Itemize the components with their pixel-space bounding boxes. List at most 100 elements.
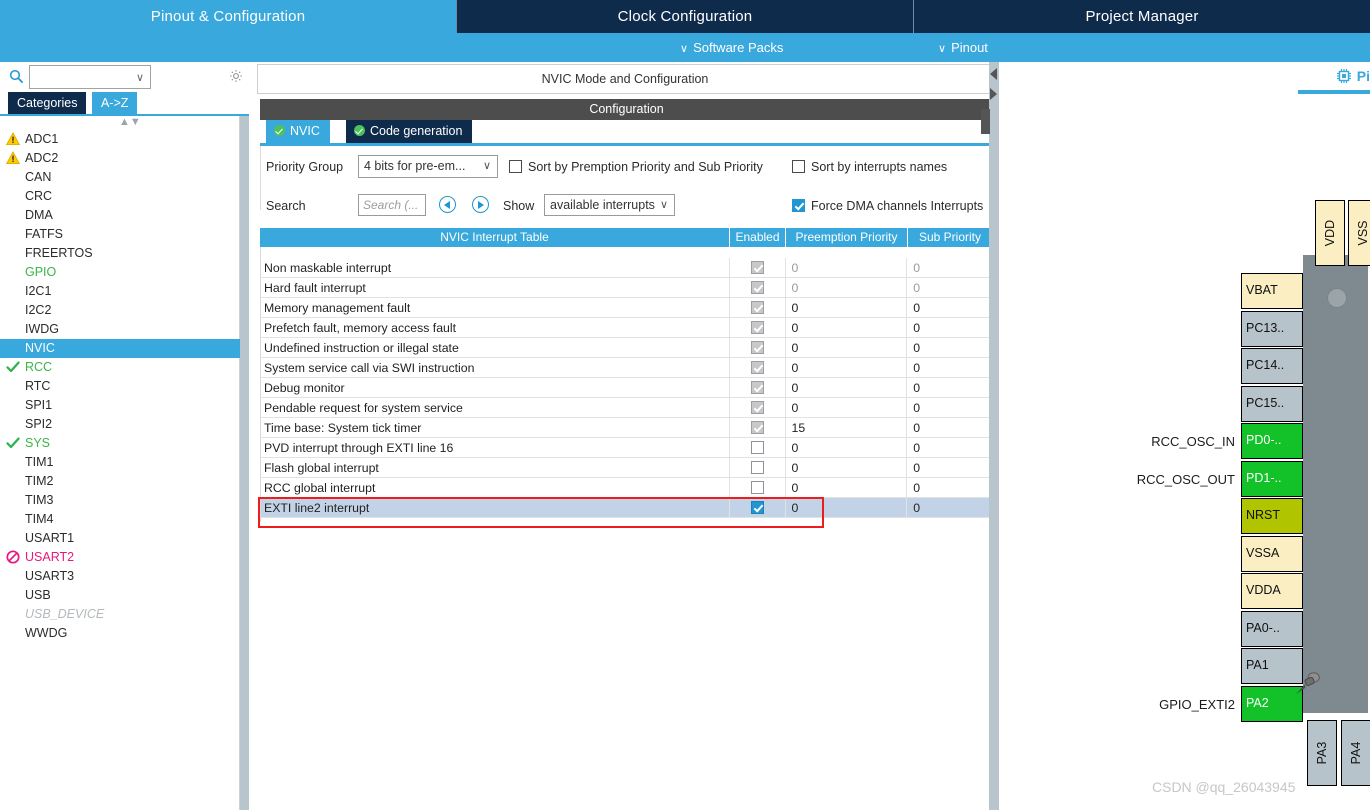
pin-pa4[interactable]: PA4: [1341, 720, 1370, 786]
sidebar-item-usart2[interactable]: USART2: [0, 548, 240, 567]
preemption-priority-cell[interactable]: 0: [786, 478, 908, 497]
pin-pd0[interactable]: PD0-..: [1241, 423, 1303, 459]
sidebar-item-usart1[interactable]: USART1: [0, 529, 240, 548]
sidebar-item-usb[interactable]: USB: [0, 586, 240, 605]
sub-priority-cell[interactable]: 0: [907, 378, 992, 397]
tab-a-to-z[interactable]: A->Z: [92, 92, 138, 114]
splitter-expand-right-icon[interactable]: [990, 88, 997, 100]
sub-priority-cell[interactable]: 0: [907, 358, 992, 377]
preemption-priority-cell[interactable]: 0: [786, 398, 908, 417]
interrupt-enabled-cell[interactable]: [730, 298, 786, 317]
sidebar-item-wwdg[interactable]: WWDG: [0, 624, 240, 643]
sidebar-item-adc2[interactable]: ADC2: [0, 149, 240, 168]
preemption-priority-cell[interactable]: 0: [786, 298, 908, 317]
pin-pa0[interactable]: PA0-..: [1241, 611, 1303, 647]
gear-icon[interactable]: [228, 68, 244, 84]
sub-priority-cell[interactable]: 0: [907, 418, 992, 437]
sort-by-names-checkbox[interactable]: [792, 160, 805, 173]
table-row[interactable]: Prefetch fault, memory access fault 0 0: [260, 318, 993, 338]
list-scroll-up[interactable]: ▲▼: [0, 116, 240, 130]
tab-code-generation[interactable]: Code generation: [346, 120, 473, 143]
sub-priority-cell[interactable]: 0: [907, 338, 992, 357]
sidebar-item-adc1[interactable]: ADC1: [0, 130, 240, 149]
sidebar-item-tim4[interactable]: TIM4: [0, 510, 240, 529]
interrupt-enabled-cell[interactable]: [730, 498, 786, 517]
sidebar-item-spi2[interactable]: SPI2: [0, 415, 240, 434]
sort-by-preemption-checkbox[interactable]: [509, 160, 522, 173]
sidebar-item-nvic[interactable]: NVIC: [0, 339, 240, 358]
show-filter-select[interactable]: available interrupts ∨: [544, 194, 675, 216]
preemption-priority-cell[interactable]: 0: [786, 378, 908, 397]
sidebar-item-usb_device[interactable]: USB_DEVICE: [0, 605, 240, 624]
sub-priority-cell[interactable]: 0: [907, 258, 992, 277]
enabled-checkbox[interactable]: [750, 501, 764, 514]
sub-priority-cell[interactable]: 0: [907, 318, 992, 337]
pin-pc13[interactable]: PC13..: [1241, 311, 1303, 347]
interrupt-enabled-cell[interactable]: [730, 318, 786, 337]
sidebar-item-rcc[interactable]: RCC: [0, 358, 240, 377]
sidebar-item-sys[interactable]: SYS: [0, 434, 240, 453]
interrupt-enabled-cell[interactable]: [730, 398, 786, 417]
column-header-preemption[interactable]: Preemption Priority: [786, 228, 908, 247]
pin-pc15[interactable]: PC15..: [1241, 386, 1303, 422]
interrupt-enabled-cell[interactable]: [730, 358, 786, 377]
preemption-priority-cell[interactable]: 0: [786, 318, 908, 337]
tab-nvic[interactable]: NVIC: [266, 120, 330, 143]
interrupt-enabled-cell[interactable]: [730, 258, 786, 277]
pin-pd1[interactable]: PD1-..: [1241, 461, 1303, 497]
search-prev-button[interactable]: [439, 196, 456, 213]
interrupt-search-input[interactable]: Search (...: [358, 194, 426, 216]
pin-nrst[interactable]: NRST: [1241, 498, 1303, 534]
table-row[interactable]: Non maskable interrupt 0 0: [260, 258, 993, 278]
table-row[interactable]: Flash global interrupt 0 0: [260, 458, 993, 478]
sub-priority-cell[interactable]: 0: [907, 298, 992, 317]
sidebar-item-i2c2[interactable]: I2C2: [0, 301, 240, 320]
sidebar-item-tim3[interactable]: TIM3: [0, 491, 240, 510]
pin-vss[interactable]: VSS: [1348, 200, 1370, 266]
preemption-priority-cell[interactable]: 0: [786, 278, 908, 297]
preemption-priority-cell[interactable]: 0: [786, 358, 908, 377]
sub-priority-cell[interactable]: 0: [907, 498, 992, 517]
table-row[interactable]: PVD interrupt through EXTI line 16 0 0: [260, 438, 993, 458]
tab-clock-configuration[interactable]: Clock Configuration: [457, 0, 914, 33]
table-row[interactable]: Undefined instruction or illegal state 0 0: [260, 338, 993, 358]
table-row[interactable]: Pendable request for system service 0 0: [260, 398, 993, 418]
priority-group-select[interactable]: 4 bits for pre-em... ∨: [358, 155, 498, 178]
sub-priority-cell[interactable]: 0: [907, 458, 992, 477]
preemption-priority-cell[interactable]: 0: [786, 258, 908, 277]
table-row[interactable]: EXTI line2 interrupt 0 0: [260, 498, 993, 518]
pin-pc14[interactable]: PC14..: [1241, 348, 1303, 384]
enabled-checkbox[interactable]: [750, 441, 764, 454]
interrupt-enabled-cell[interactable]: [730, 338, 786, 357]
tab-project-manager[interactable]: Project Manager: [914, 0, 1370, 33]
table-row[interactable]: Time base: System tick timer 15 0: [260, 418, 993, 438]
sub-priority-cell[interactable]: 0: [907, 438, 992, 457]
pin-vssa[interactable]: VSSA: [1241, 536, 1303, 572]
tab-categories[interactable]: Categories: [8, 92, 87, 114]
preemption-priority-cell[interactable]: 0: [786, 458, 908, 477]
force-dma-checkbox[interactable]: [792, 199, 805, 212]
table-row[interactable]: System service call via SWI instruction 0…: [260, 358, 993, 378]
pin-pa3[interactable]: PA3: [1307, 720, 1337, 786]
preemption-priority-cell[interactable]: 0: [786, 498, 908, 517]
search-next-button[interactable]: [472, 196, 489, 213]
sidebar-item-crc[interactable]: CRC: [0, 187, 240, 206]
column-header-enabled[interactable]: Enabled: [730, 228, 786, 247]
table-row[interactable]: Memory management fault 0 0: [260, 298, 993, 318]
column-header-sub[interactable]: Sub Priority: [908, 228, 993, 247]
sidebar-item-iwdg[interactable]: IWDG: [0, 320, 240, 339]
pin-vbat[interactable]: VBAT: [1241, 273, 1303, 309]
chevron-down-icon[interactable]: ∨: [136, 71, 144, 84]
tab-pinout-configuration[interactable]: Pinout & Configuration: [0, 0, 457, 33]
preemption-priority-cell[interactable]: 0: [786, 338, 908, 357]
sidebar-scrollbar[interactable]: [240, 116, 249, 810]
pin-vdda[interactable]: VDDA: [1241, 573, 1303, 609]
peripheral-search-combo[interactable]: ∨: [29, 65, 151, 89]
table-row[interactable]: Hard fault interrupt 0 0: [260, 278, 993, 298]
panel-splitter[interactable]: [981, 62, 999, 810]
pin-vdd[interactable]: VDD: [1315, 200, 1345, 266]
preemption-priority-cell[interactable]: 15: [786, 418, 908, 437]
menu-pinout[interactable]: ∨ Pinout: [938, 33, 988, 62]
sidebar-item-dma[interactable]: DMA: [0, 206, 240, 225]
column-header-name[interactable]: NVIC Interrupt Table: [260, 228, 730, 247]
